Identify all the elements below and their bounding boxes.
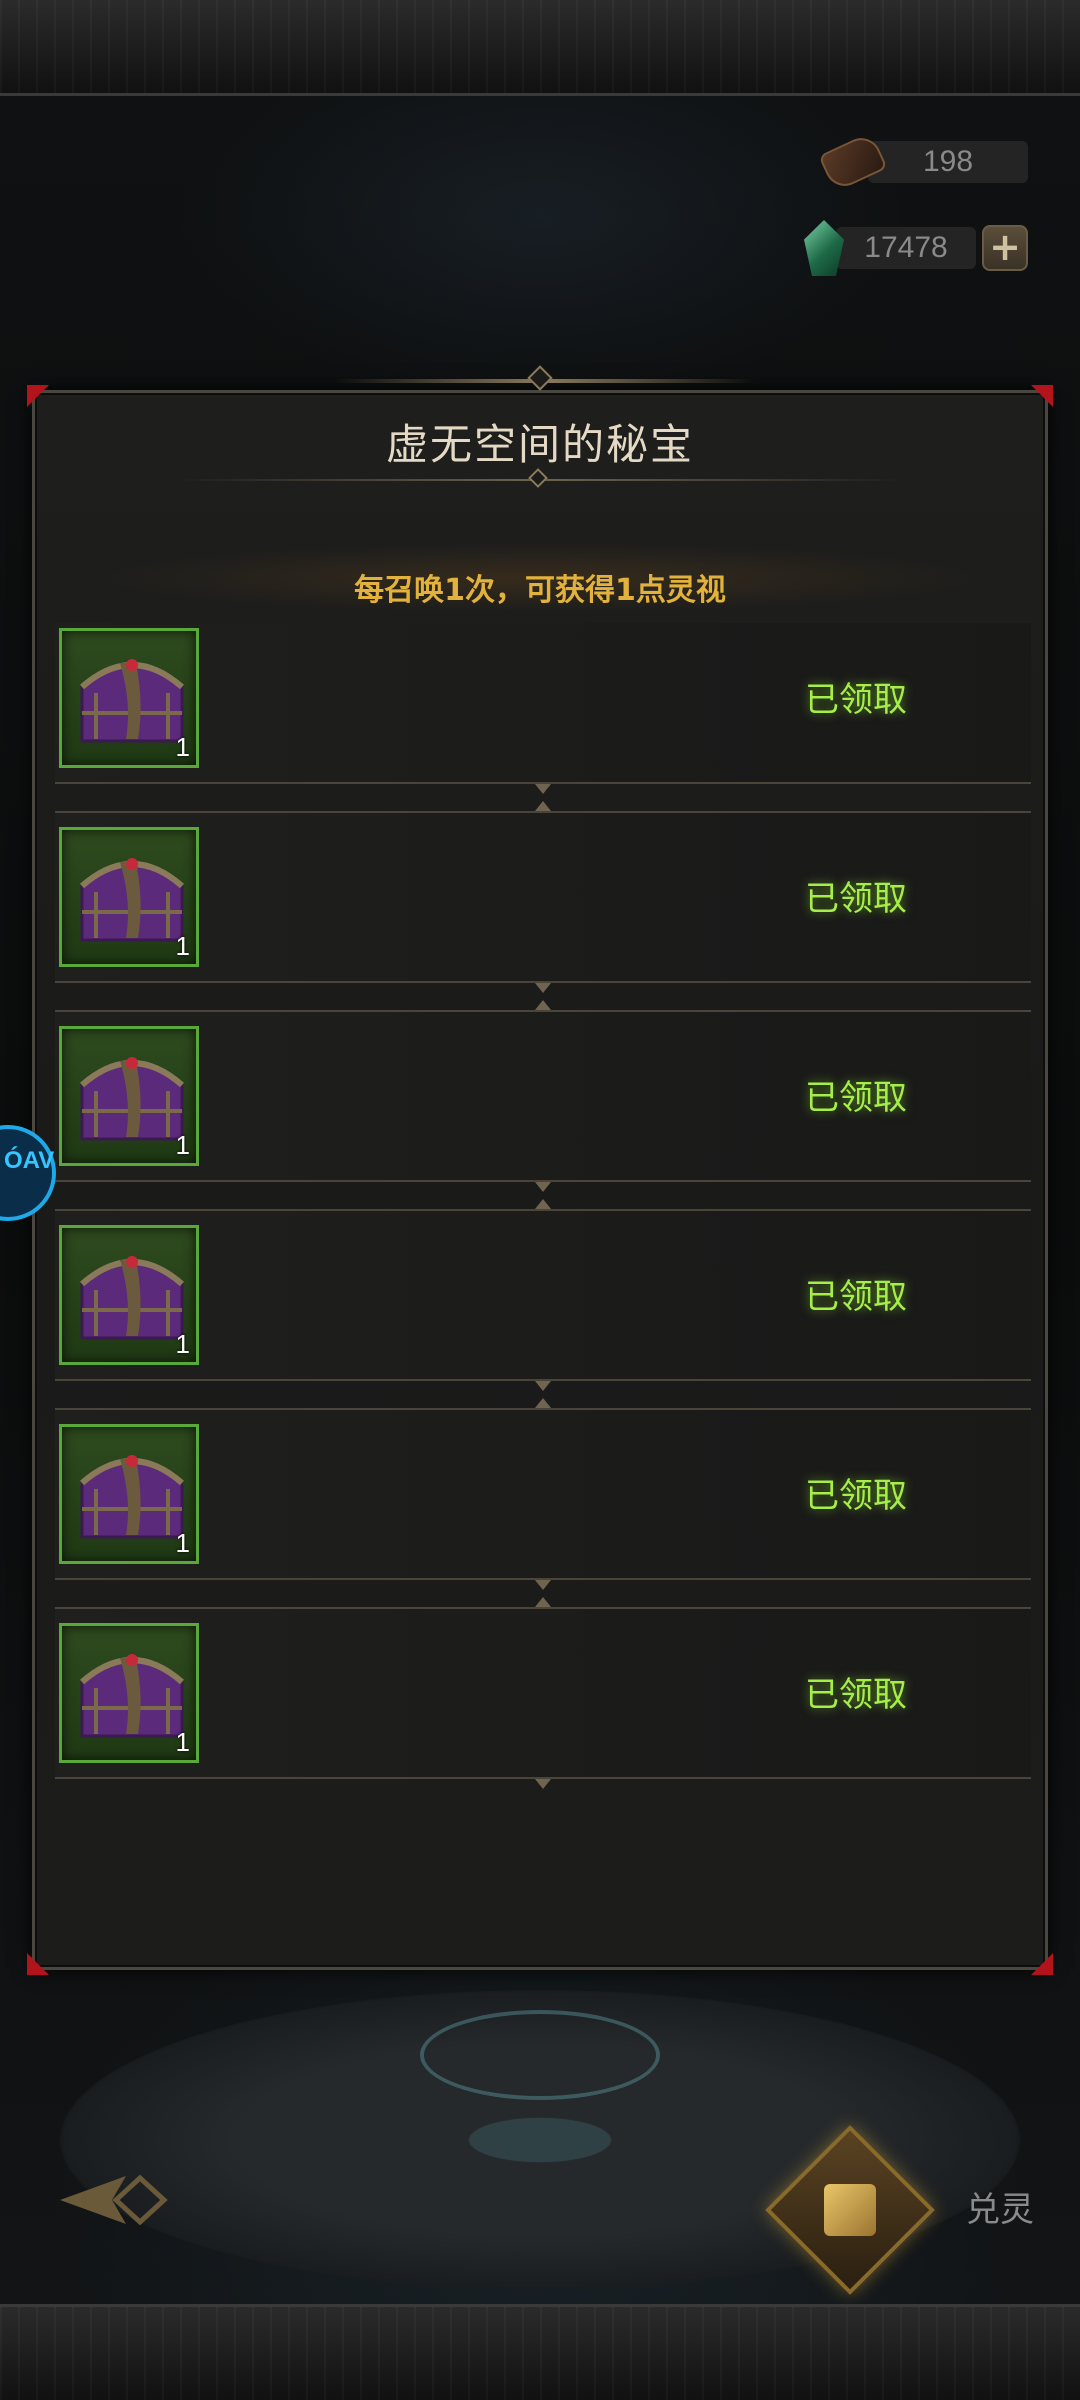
purple-chest-icon: [80, 1057, 184, 1141]
corner-ornament: [1031, 1953, 1053, 1975]
panel-title: 虚无空间的秘宝: [385, 420, 694, 469]
claimed-status: 已领取: [805, 879, 907, 919]
item-quantity: 1: [175, 1130, 190, 1160]
claimed-status: 已领取: [805, 1078, 907, 1118]
row-ornament: [535, 801, 551, 811]
row-ornament: [535, 1398, 551, 1408]
reward-item-slot[interactable]: 1: [59, 1424, 199, 1564]
panel-subtitle: 每召唤1次，可获得1点灵视: [354, 573, 726, 608]
item-quantity: 1: [175, 1329, 190, 1359]
reward-item-slot[interactable]: 1: [59, 827, 199, 967]
platform-ring: [420, 2010, 660, 2100]
reward-row: 1 已领取: [55, 801, 1031, 993]
reward-panel: 虚无空间的秘宝 每召唤1次，可获得1点灵视 11已领取1已领取1已领取1已领取1…: [27, 365, 1053, 1975]
row-ornament: [535, 1580, 551, 1590]
purple-chest-icon: [80, 858, 184, 942]
currency-scroll: 198: [818, 131, 1028, 193]
scroll-count: 198: [868, 141, 1028, 183]
row-ornament: [535, 983, 551, 993]
reward-row: 1 已领取: [55, 1000, 1031, 1192]
exchange-label: 兑灵: [966, 2190, 1034, 2230]
item-quantity: 1: [175, 931, 190, 961]
claimed-status: 已领取: [805, 1476, 907, 1516]
purple-chest-icon: [80, 659, 184, 743]
reward-list[interactable]: 11已领取1已领取1已领取1已领取1已领取1已领取: [55, 623, 1031, 1903]
back-arrow-icon[interactable]: [56, 2170, 176, 2230]
reward-item-slot[interactable]: 1: [59, 1026, 199, 1166]
claimed-status: 已领取: [805, 680, 907, 720]
claimed-status: 已领取: [805, 1277, 907, 1317]
bottom-frame-border: [0, 2304, 1080, 2400]
purple-chest-icon: [80, 1455, 184, 1539]
reward-item-slot[interactable]: 1: [59, 1225, 199, 1365]
item-quantity: 1: [175, 1528, 190, 1558]
claimed-status: 已领取: [805, 1675, 907, 1715]
row-ornament: [535, 1597, 551, 1607]
gem-count: 17478: [836, 227, 976, 269]
reward-row: 1 已领取: [55, 1597, 1031, 1789]
add-gem-button[interactable]: +: [982, 225, 1028, 271]
row-ornament: [535, 1000, 551, 1010]
reward-item-slot[interactable]: 1: [59, 1623, 199, 1763]
item-quantity: 1: [175, 732, 190, 762]
row-ornament: [535, 1182, 551, 1192]
reward-row: 1 已领取: [55, 623, 1031, 794]
top-frame-border: [0, 0, 1080, 96]
purple-chest-icon: [80, 1654, 184, 1738]
reward-row: 1 已领取: [55, 1199, 1031, 1391]
item-quantity: 1: [175, 1727, 190, 1757]
row-ornament: [535, 784, 551, 794]
row-ornament: [535, 1381, 551, 1391]
card-icon: [824, 2184, 876, 2236]
reward-item-slot[interactable]: 1: [59, 628, 199, 768]
row-ornament: [535, 1199, 551, 1209]
purple-chest-icon: [80, 1256, 184, 1340]
row-ornament: [535, 1779, 551, 1789]
currency-gem: 17478 +: [804, 220, 1028, 276]
reward-row: 1 已领取: [55, 1398, 1031, 1590]
